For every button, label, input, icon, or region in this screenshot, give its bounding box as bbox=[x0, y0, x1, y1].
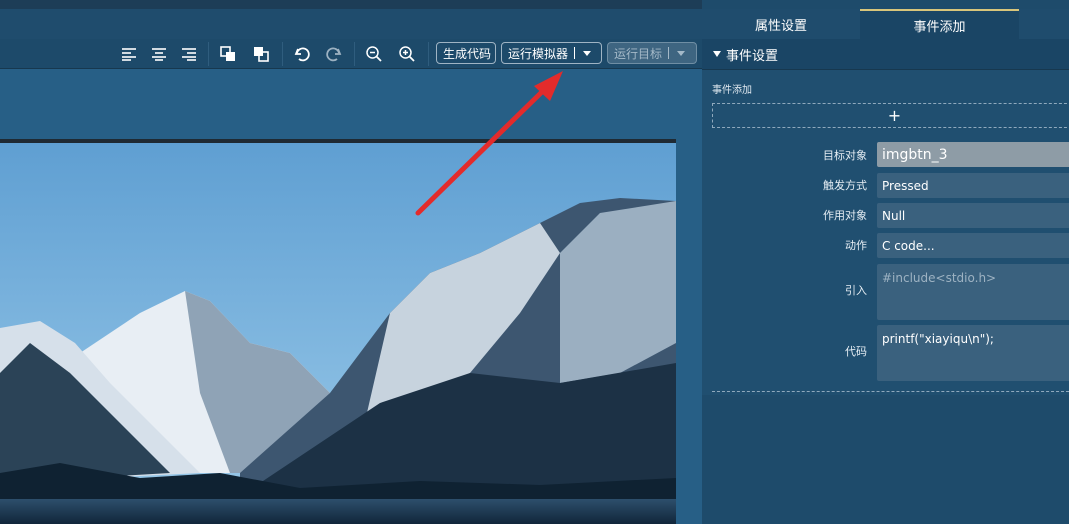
top-toolbar bbox=[0, 9, 702, 39]
run-target-label: 运行目标 bbox=[614, 46, 663, 61]
field-label-trigger: 触发方式 bbox=[823, 179, 867, 192]
bring-forward-icon[interactable] bbox=[217, 43, 239, 65]
align-center-icon[interactable] bbox=[148, 43, 170, 65]
chevron-down-icon[interactable] bbox=[677, 50, 686, 56]
run-simulator-button[interactable]: 运行模拟器 bbox=[501, 42, 602, 64]
event-settings-header[interactable]: 事件设置 bbox=[702, 39, 1069, 70]
trigger-mode-select[interactable]: Pressed bbox=[877, 173, 1069, 198]
field-label-action: 动作 bbox=[845, 239, 867, 252]
action-select[interactable]: C code... bbox=[877, 233, 1069, 258]
plus-icon: + bbox=[887, 106, 902, 125]
generate-code-button[interactable]: 生成代码 bbox=[436, 42, 496, 64]
split-divider bbox=[668, 47, 670, 59]
section-title: 事件设置 bbox=[726, 48, 779, 64]
target-object-field[interactable]: imgbtn_3 bbox=[877, 142, 1069, 167]
section-divider bbox=[712, 391, 1069, 392]
action-object-select[interactable]: Null bbox=[877, 203, 1069, 228]
generate-code-label: 生成代码 bbox=[443, 46, 492, 61]
toolbar-separator bbox=[354, 42, 355, 66]
canvas-scrollbar[interactable] bbox=[689, 69, 702, 524]
include-textarea[interactable]: #include<stdio.h> bbox=[877, 264, 1069, 320]
tab-properties[interactable]: 属性设置 bbox=[702, 9, 860, 39]
right-panel: 属性设置 事件添加 事件设置 事件添加 + 目标对象 imgbtn_3 触发方式… bbox=[702, 0, 1069, 524]
align-right-icon[interactable] bbox=[178, 43, 200, 65]
toolbar-separator bbox=[428, 42, 429, 66]
toolbar-separator bbox=[208, 42, 209, 66]
panel-tabbar: 属性设置 事件添加 bbox=[702, 9, 1069, 39]
field-label-include: 引入 bbox=[845, 284, 867, 297]
redo-icon[interactable] bbox=[323, 43, 345, 65]
caret-down-icon bbox=[713, 51, 721, 57]
toolbar-separator bbox=[282, 42, 283, 66]
align-left-icon[interactable] bbox=[118, 43, 140, 65]
chevron-down-icon[interactable] bbox=[583, 50, 592, 56]
zoom-in-icon[interactable] bbox=[396, 43, 418, 65]
field-label-target: 目标对象 bbox=[823, 149, 867, 162]
run-target-button[interactable]: 运行目标 bbox=[607, 42, 697, 64]
send-backward-icon[interactable] bbox=[250, 43, 272, 65]
image-button-widget[interactable] bbox=[0, 139, 676, 524]
split-divider bbox=[574, 47, 576, 59]
event-add-label: 事件添加 bbox=[712, 85, 752, 96]
field-label-code: 代码 bbox=[845, 345, 867, 358]
mountain-landscape-image bbox=[0, 143, 676, 524]
undo-icon[interactable] bbox=[291, 43, 313, 65]
tab-events[interactable]: 事件添加 bbox=[860, 9, 1019, 39]
zoom-out-icon[interactable] bbox=[363, 43, 385, 65]
add-event-button[interactable]: + bbox=[712, 103, 1069, 128]
run-simulator-label: 运行模拟器 bbox=[508, 46, 569, 61]
code-textarea[interactable]: printf("xiayiqu\n"); bbox=[877, 325, 1069, 381]
field-label-object: 作用对象 bbox=[823, 209, 867, 222]
